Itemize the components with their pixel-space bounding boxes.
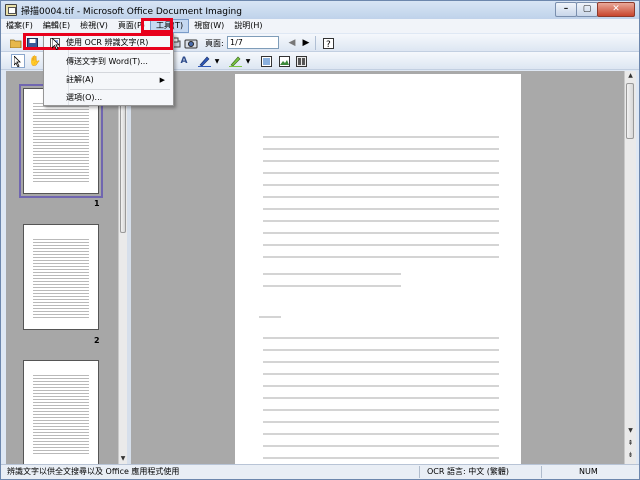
thumbnail-content	[33, 237, 89, 319]
next-page-button[interactable]: ▶	[299, 36, 313, 50]
menu-edit[interactable]: 編輯(E)	[38, 19, 75, 33]
chevron-down-icon: ▼	[214, 57, 220, 65]
text-tool-button[interactable]: A	[177, 54, 191, 68]
reading-mode-button[interactable]	[294, 54, 308, 68]
chevron-down-icon: ▼	[245, 57, 251, 65]
status-divider	[419, 466, 420, 478]
document-scrollbar[interactable]: ▲ ▼ ⇞ ⇟	[624, 71, 636, 464]
app-icon[interactable]	[5, 4, 17, 16]
thumbnail-page-number: 1	[94, 199, 100, 208]
window-title: 掃描0004.tif - Microsoft Office Document I…	[21, 7, 242, 17]
hand-icon: ✋	[28, 55, 42, 67]
document-page	[235, 74, 521, 464]
thumbnail-pane[interactable]: 1 2	[6, 71, 119, 464]
menu-file[interactable]: 檔案(F)	[1, 19, 38, 33]
image-icon	[278, 55, 290, 67]
title-bar[interactable]: 掃描0004.tif - Microsoft Office Document I…	[1, 1, 639, 19]
options-menu-item[interactable]: 選項(O)...	[46, 90, 171, 106]
page-number-input[interactable]: 1/7	[227, 36, 279, 49]
highlighter-color-dropdown[interactable]: ▼	[244, 54, 252, 68]
select-tool-button[interactable]	[11, 54, 25, 68]
maximize-button[interactable]: ▢	[576, 2, 598, 17]
help-icon: ?	[322, 37, 334, 49]
folder-icon	[10, 39, 22, 48]
open-button[interactable]	[9, 36, 23, 50]
app-window: 掃描0004.tif - Microsoft Office Document I…	[0, 0, 640, 480]
submenu-arrow-icon: ▶	[159, 76, 165, 84]
camera-button[interactable]	[184, 36, 198, 50]
insert-picture-button[interactable]	[259, 54, 273, 68]
pen-icon	[197, 56, 211, 67]
minimize-button[interactable]: –	[555, 2, 577, 17]
pointer-icon	[14, 55, 21, 67]
page-heading	[259, 309, 281, 319]
page-label: 頁面:	[205, 39, 224, 48]
menu-window[interactable]: 視窗(W)	[189, 19, 229, 33]
pen-tool-button[interactable]	[197, 54, 211, 68]
insert-image-button[interactable]	[277, 54, 291, 68]
ocr-language-status: OCR 語言: 中文 (繁體)	[427, 467, 510, 476]
scroll-up-arrow[interactable]: ▲	[625, 71, 636, 81]
pan-tool-button[interactable]: ✋	[28, 54, 42, 68]
annotations-menu-item[interactable]: 註解(A) ▶	[46, 72, 171, 88]
next-page-scroll-button[interactable]: ⇟	[625, 450, 636, 460]
highlighter-icon	[228, 56, 242, 67]
scroll-down-arrow[interactable]: ▼	[625, 426, 636, 436]
window-controls: – ▢ ✕	[555, 2, 635, 18]
thumbnail-scrollbar[interactable]: ▲ ▼	[118, 71, 127, 464]
thumbnail-page-number: 2	[94, 336, 100, 345]
camera-icon	[184, 39, 198, 49]
highlighter-tool-button[interactable]	[228, 54, 242, 68]
scrollbar-thumb[interactable]	[120, 85, 126, 233]
minimize-icon: –	[563, 4, 569, 14]
document-view[interactable]	[131, 71, 624, 464]
scroll-down-arrow[interactable]: ▼	[119, 454, 127, 464]
maximize-icon: ▢	[582, 4, 592, 14]
save-button[interactable]	[25, 36, 39, 50]
close-button[interactable]: ✕	[597, 2, 635, 17]
num-lock-status: NUM	[579, 467, 598, 476]
svg-text:?: ?	[326, 40, 331, 49]
pen-color-dropdown[interactable]: ▼	[213, 54, 221, 68]
status-divider	[541, 466, 542, 478]
page-text-block	[263, 266, 401, 296]
close-icon: ✕	[612, 4, 620, 14]
toolbar-separator	[315, 36, 316, 50]
thumbnail-content	[33, 101, 89, 183]
previous-page-button[interactable]: ◀	[285, 36, 299, 50]
menu-help[interactable]: 說明(H)	[229, 19, 267, 33]
send-to-word-menu-item[interactable]: 傳送文字到 Word(T)...	[46, 54, 171, 70]
options-menu-label: 選項(O)...	[66, 93, 103, 102]
status-bar: 辨識文字以供全文搜尋以及 Office 應用程式使用 OCR 語言: 中文 (繁…	[1, 464, 639, 479]
save-icon	[26, 37, 38, 49]
picture-icon	[260, 55, 272, 67]
status-hint: 辨識文字以供全文搜尋以及 Office 應用程式使用	[7, 467, 180, 476]
menu-page[interactable]: 頁面(P)	[113, 19, 150, 33]
arrow-right-icon: ▶	[302, 38, 310, 48]
thumbnail-content	[33, 373, 89, 455]
send-to-word-menu-label: 傳送文字到 Word(T)...	[66, 57, 148, 66]
menu-bar: 檔案(F) 編輯(E) 檢視(V) 頁面(P) 工具(T) 視窗(W) 說明(H…	[1, 19, 639, 33]
reading-icon	[295, 55, 307, 67]
previous-page-scroll-button[interactable]: ⇞	[625, 438, 636, 448]
arrow-left-icon: ◀	[288, 38, 296, 48]
ocr-menu-label: 使用 OCR 辨識文字(R)	[66, 38, 149, 47]
scrollbar-thumb[interactable]	[626, 83, 634, 139]
page-thumbnail[interactable]	[23, 224, 99, 330]
page-text-block	[263, 330, 499, 464]
annotations-menu-label: 註解(A)	[66, 75, 94, 84]
tools-menu: 使用 OCR 辨識文字(R) 傳送文字到 Word(T)... 註解(A) ▶ …	[43, 33, 174, 106]
page-text-block	[263, 129, 499, 259]
menu-view[interactable]: 檢視(V)	[75, 19, 113, 33]
page-thumbnail[interactable]	[23, 360, 99, 464]
mouse-cursor-icon	[52, 38, 60, 50]
text-tool-icon: A	[180, 56, 188, 66]
help-button[interactable]: ?	[321, 36, 335, 50]
ocr-menu-item[interactable]: 使用 OCR 辨識文字(R)	[46, 35, 171, 51]
menu-tools[interactable]: 工具(T)	[149, 19, 190, 33]
